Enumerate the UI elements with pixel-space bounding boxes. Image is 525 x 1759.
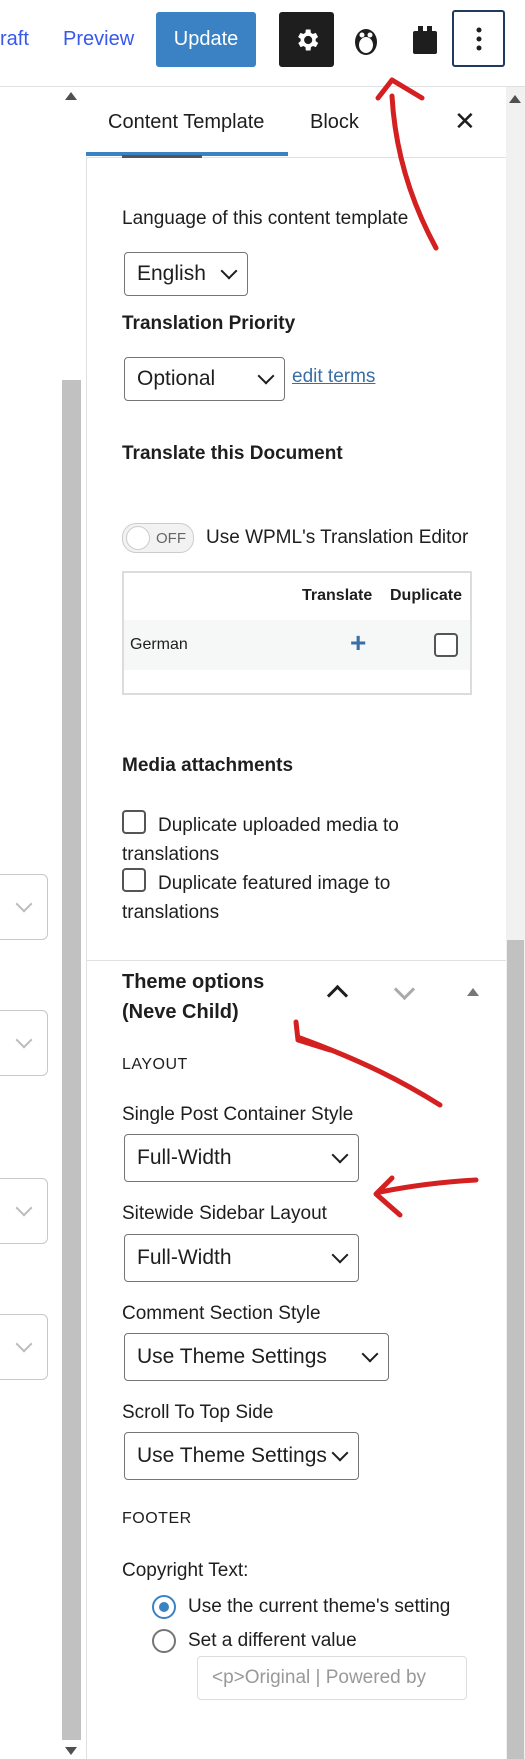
annotation-arrowhead-lower [373, 1175, 403, 1218]
annotation-arrow-lower [377, 1177, 479, 1195]
annotation-arrow-top [389, 93, 439, 251]
annotation-overlay [293, 77, 479, 1218]
annotation-arrowhead-top [375, 77, 425, 101]
